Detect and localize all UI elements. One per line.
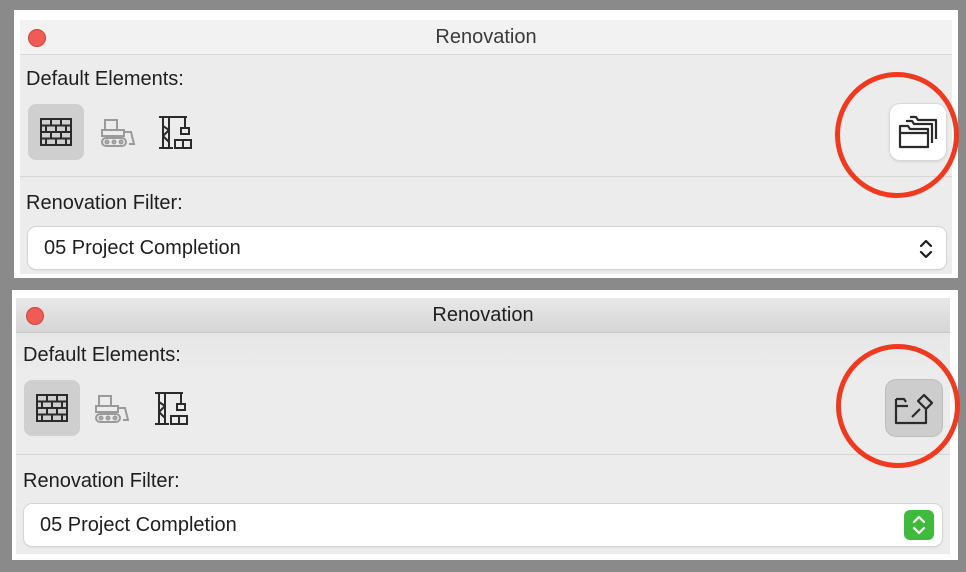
close-button[interactable] bbox=[28, 29, 46, 47]
default-elements-label: Default Elements: bbox=[26, 68, 184, 90]
renovation-panel-top: Renovation Default Elements: Renovation … bbox=[20, 20, 952, 274]
bulldozer-icon bbox=[101, 119, 136, 147]
segment-crane[interactable] bbox=[148, 104, 204, 160]
crane-icon bbox=[159, 116, 192, 149]
brick-wall-icon bbox=[36, 394, 68, 422]
titlebar[interactable]: Renovation bbox=[20, 20, 952, 55]
renovation-panel-bottom: Renovation Default Elements: Renovation … bbox=[16, 298, 950, 554]
segment-bulldozer[interactable] bbox=[90, 104, 146, 160]
renovation-filter-value: 05 Project Completion bbox=[44, 236, 241, 259]
window-title: Renovation bbox=[432, 303, 534, 326]
segment-brick-wall[interactable] bbox=[24, 380, 80, 436]
segment-brick-wall[interactable] bbox=[28, 104, 84, 160]
separator bbox=[20, 176, 952, 177]
chevron-updown-icon bbox=[912, 515, 926, 535]
highlight-circle-bottom bbox=[836, 344, 960, 468]
bulldozer-icon bbox=[95, 395, 130, 423]
chevron-updown-icon bbox=[919, 239, 933, 259]
separator bbox=[16, 454, 950, 455]
crane-icon bbox=[155, 392, 188, 425]
dropdown-arrows[interactable] bbox=[914, 235, 938, 263]
renovation-filter-dropdown[interactable]: 05 Project Completion bbox=[28, 227, 946, 269]
segment-crane[interactable] bbox=[144, 380, 200, 436]
renovation-filter-dropdown[interactable]: 05 Project Completion bbox=[24, 504, 942, 546]
close-button[interactable] bbox=[26, 307, 44, 325]
brick-wall-icon bbox=[40, 118, 72, 146]
renovation-filter-label: Renovation Filter: bbox=[23, 470, 180, 492]
titlebar[interactable]: Renovation bbox=[16, 298, 950, 333]
dropdown-arrows[interactable] bbox=[904, 510, 934, 540]
renovation-filter-value: 05 Project Completion bbox=[40, 513, 237, 536]
window-title: Renovation bbox=[435, 25, 537, 48]
default-elements-label: Default Elements: bbox=[23, 344, 181, 366]
segment-bulldozer[interactable] bbox=[84, 380, 140, 436]
highlight-circle-top bbox=[835, 72, 959, 198]
renovation-filter-label: Renovation Filter: bbox=[26, 192, 183, 214]
